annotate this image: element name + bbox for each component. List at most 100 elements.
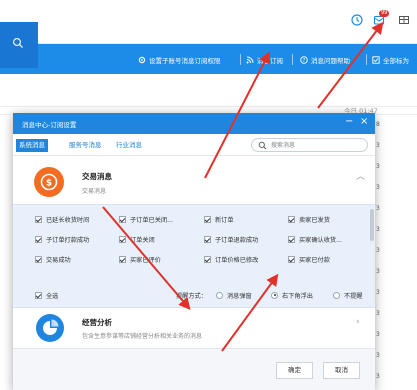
help-icon: ? xyxy=(300,56,308,64)
option-label: 订单关闭 xyxy=(130,236,155,244)
background-digit: 3 xyxy=(376,226,380,233)
svg-text:?: ? xyxy=(303,58,306,64)
background-digit: 3 xyxy=(376,268,380,275)
background-digit: 3 xyxy=(376,205,380,212)
toolbar-divider xyxy=(240,54,241,65)
checkbox-box xyxy=(35,235,42,243)
reminder-method-label: 提醒方式： xyxy=(176,292,207,300)
option-label: 已延长收货时间 xyxy=(46,216,90,224)
coin-icon: $ xyxy=(40,173,58,191)
option-checkbox[interactable]: 子订单打款成功 xyxy=(35,234,89,244)
option-checkbox[interactable]: 订单关闭 xyxy=(119,234,155,244)
background-digit: 3 xyxy=(376,373,380,380)
reminder-option-bottom-right[interactable]: 右下角浮出 xyxy=(271,290,313,300)
tab-service-messages[interactable]: 服务号消息 xyxy=(66,139,105,152)
reminder-option-none[interactable]: 不提醒 xyxy=(333,290,363,300)
option-label: 子订单打款成功 xyxy=(46,236,90,244)
trade-options-panel: 已延长收货时间 子订单已关闭... 新订单 卖家已发货子订单打款成功 订单关闭 子订单退款… xyxy=(13,204,375,308)
section-subtitle: 包含生意参谋等店铺经营分析相关业务的消息 xyxy=(82,333,203,340)
toolbar-divider xyxy=(292,54,293,65)
confirm-button[interactable]: 确定 xyxy=(276,362,313,379)
radio-button xyxy=(216,291,223,299)
background-digit: 3 xyxy=(376,289,380,296)
option-label: 买家确认收货... xyxy=(299,236,343,244)
message-toolbar: 设置子账号消息订阅权限 消息订阅 ? 消息问题帮助 全部标为 xyxy=(0,44,417,74)
option-label: 卖家已发货 xyxy=(299,216,330,224)
option-checkbox[interactable]: 订单价格已修改 xyxy=(204,254,258,264)
business-analysis-section[interactable]: 经营分析 包含生意参谋等店铺经营分析相关业务的消息 › xyxy=(13,309,375,347)
option-checkbox[interactable]: 买家已评价 xyxy=(119,254,161,264)
select-all-label: 全选 xyxy=(46,292,59,300)
minimize-button[interactable]: − xyxy=(345,116,353,128)
trade-icon: $ xyxy=(34,167,64,197)
option-label: 交易成功 xyxy=(46,256,71,264)
message-help-link[interactable]: ? 消息问题帮助 xyxy=(300,54,350,66)
section-subtitle: 交易消息 xyxy=(82,188,107,195)
background-digit: 8 xyxy=(376,121,380,128)
option-label: 买家已付款 xyxy=(299,256,330,264)
mark-all-read-link[interactable]: 全部标为 xyxy=(372,54,409,66)
message-search-input[interactable] xyxy=(271,140,361,150)
chevron-up-icon[interactable]: ︿ xyxy=(356,169,365,182)
checkbox-box xyxy=(119,215,126,223)
option-checkbox[interactable]: 已延长收货时间 xyxy=(35,214,89,224)
toolbar-divider xyxy=(366,54,367,65)
grid-icon[interactable] xyxy=(397,13,411,27)
option-label: 新订单 xyxy=(215,216,234,224)
message-subscribe-label: 消息订阅 xyxy=(257,57,283,65)
subscription-settings-dialog: 消息中心-订阅设置 − × 系统消息 服务号消息 行业消息 $ 交易消息 交易消… xyxy=(13,113,375,390)
subaccount-permission-label: 设置子账号消息订阅权限 xyxy=(149,57,221,65)
checkbox-box xyxy=(35,291,42,299)
checkbox-box xyxy=(204,215,211,223)
dialog-title: 消息中心-订阅设置 xyxy=(22,121,77,129)
top-header-bar: 99 xyxy=(0,0,417,44)
pie-chart-icon xyxy=(43,319,59,335)
option-label: 子订单已关闭... xyxy=(130,216,174,224)
tab-system-messages[interactable]: 系统消息 xyxy=(16,139,48,152)
rss-icon xyxy=(246,56,254,64)
cancel-button[interactable]: 取消 xyxy=(323,362,360,379)
message-help-label: 消息问题帮助 xyxy=(311,57,350,65)
message-subscribe-link[interactable]: 消息订阅 xyxy=(246,54,283,66)
option-checkbox[interactable]: 买家已付款 xyxy=(288,254,330,264)
section-title: 交易消息 xyxy=(82,172,112,181)
scrollbar[interactable] xyxy=(370,209,374,241)
tab-industry-messages[interactable]: 行业消息 xyxy=(113,139,145,152)
checkbox-box xyxy=(204,235,211,243)
reminder-option-label: 右下角浮出 xyxy=(282,292,313,300)
dialog-header: 消息中心-订阅设置 − × xyxy=(13,113,375,134)
chevron-right-icon[interactable]: › xyxy=(356,317,360,327)
option-label: 子订单退款成功 xyxy=(215,236,259,244)
option-checkbox[interactable]: 新订单 xyxy=(204,214,234,224)
checkbox-box xyxy=(204,255,211,263)
checkbox-box xyxy=(119,255,126,263)
dialog-footer: 确定 取消 xyxy=(13,348,375,390)
checkbox-box xyxy=(288,255,295,263)
option-checkbox[interactable]: 买家确认收货... xyxy=(288,234,342,244)
subaccount-permission-link[interactable]: 设置子账号消息订阅权限 xyxy=(138,54,221,66)
mark-all-read-label: 全部标为 xyxy=(383,57,409,65)
checkbox-box xyxy=(35,255,42,263)
checkbox-box xyxy=(288,235,295,243)
checkbox-box xyxy=(119,235,126,243)
option-checkbox[interactable]: 子订单已关闭... xyxy=(119,214,173,224)
option-checkbox[interactable]: 子订单退款成功 xyxy=(204,234,258,244)
search-icon xyxy=(13,38,23,48)
search-icon xyxy=(258,141,267,150)
background-digit: 3 xyxy=(376,142,380,149)
reminder-option-popup[interactable]: 消息弹窗 xyxy=(216,290,252,300)
background-digit: 3 xyxy=(376,331,380,338)
analysis-icon xyxy=(36,314,64,342)
background-digit: 3 xyxy=(376,310,380,317)
option-checkbox[interactable]: 交易成功 xyxy=(35,254,71,264)
clock-icon[interactable] xyxy=(350,13,364,27)
checkbox-box xyxy=(35,215,42,223)
checkbox-icon xyxy=(372,56,380,64)
notification-badge: 99 xyxy=(379,10,390,17)
select-all-checkbox[interactable]: 全选 xyxy=(35,290,58,300)
global-search-button[interactable] xyxy=(0,22,38,68)
close-button[interactable]: × xyxy=(360,116,368,128)
radio-button xyxy=(271,291,278,299)
option-checkbox[interactable]: 卖家已发货 xyxy=(288,214,330,224)
trade-messages-section[interactable]: $ 交易消息 交易消息 ︿ xyxy=(13,159,375,205)
